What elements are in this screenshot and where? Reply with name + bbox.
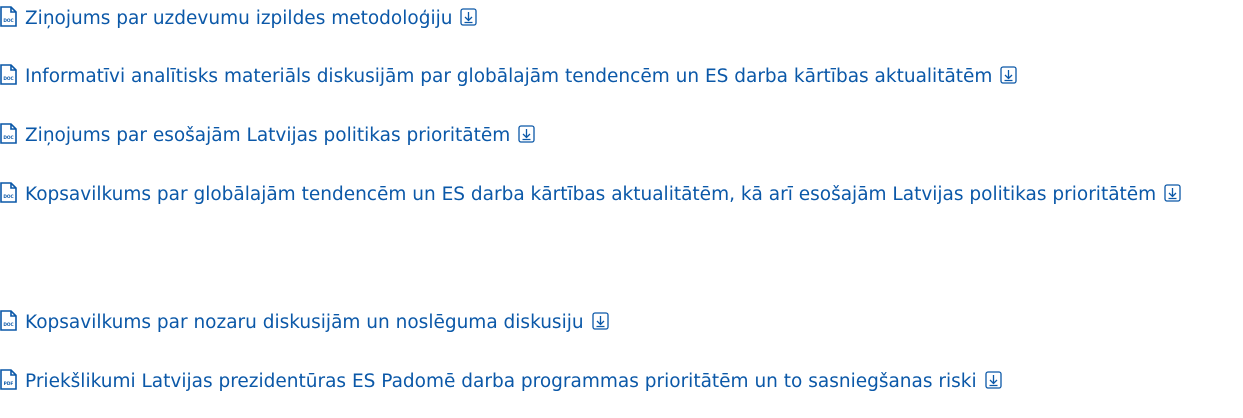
document-link[interactable]: Ziņojums par uzdevumu izpildes metodoloģ… — [25, 8, 452, 29]
document-link[interactable]: Priekšlikumi Latvijas prezidentūras ES P… — [25, 371, 977, 392]
document-link[interactable]: Ziņojums par esošajām Latvijas politikas… — [25, 125, 510, 146]
doc-file-icon: DOC — [0, 309, 17, 331]
document-item: DOC Kopsavilkums par globālajām tendencē… — [0, 177, 1243, 212]
document-link[interactable]: Kopsavilkums par nozaru diskusijām un no… — [25, 312, 584, 333]
doc-file-icon: DOC — [0, 181, 17, 203]
document-link[interactable]: Informatīvi analītisks materiāls diskusi… — [25, 66, 992, 87]
pdf-file-icon: PDF — [0, 368, 17, 390]
svg-text:DOC: DOC — [3, 76, 13, 82]
download-icon[interactable] — [518, 125, 535, 143]
doc-file-icon: DOC — [0, 63, 17, 85]
svg-text:DOC: DOC — [3, 194, 13, 200]
download-icon[interactable] — [460, 8, 478, 26]
document-item: PDF Priekšlikumi Latvijas prezidentūras … — [0, 364, 1243, 399]
document-item: DOC Ziņojums par uzdevumu izpildes metod… — [0, 1, 1243, 36]
svg-text:DOC: DOC — [3, 322, 13, 328]
document-item: DOC Informatīvi analītisks materiāls dis… — [0, 59, 1243, 94]
svg-text:DOC: DOC — [3, 18, 13, 24]
svg-text:DOC: DOC — [3, 135, 13, 141]
download-icon[interactable] — [591, 312, 609, 330]
download-icon[interactable] — [1164, 184, 1181, 202]
svg-text:PDF: PDF — [4, 381, 14, 387]
document-item: DOC Ziņojums par esošajām Latvijas polit… — [0, 118, 1243, 153]
document-item: DOC Kopsavilkums par nozaru diskusijām u… — [0, 305, 1243, 340]
document-link[interactable]: Kopsavilkums par globālajām tendencēm un… — [25, 184, 1156, 205]
download-icon[interactable] — [984, 371, 1002, 389]
doc-file-icon: DOC — [0, 122, 17, 144]
doc-file-icon: DOC — [0, 5, 17, 27]
download-icon[interactable] — [1000, 66, 1018, 84]
